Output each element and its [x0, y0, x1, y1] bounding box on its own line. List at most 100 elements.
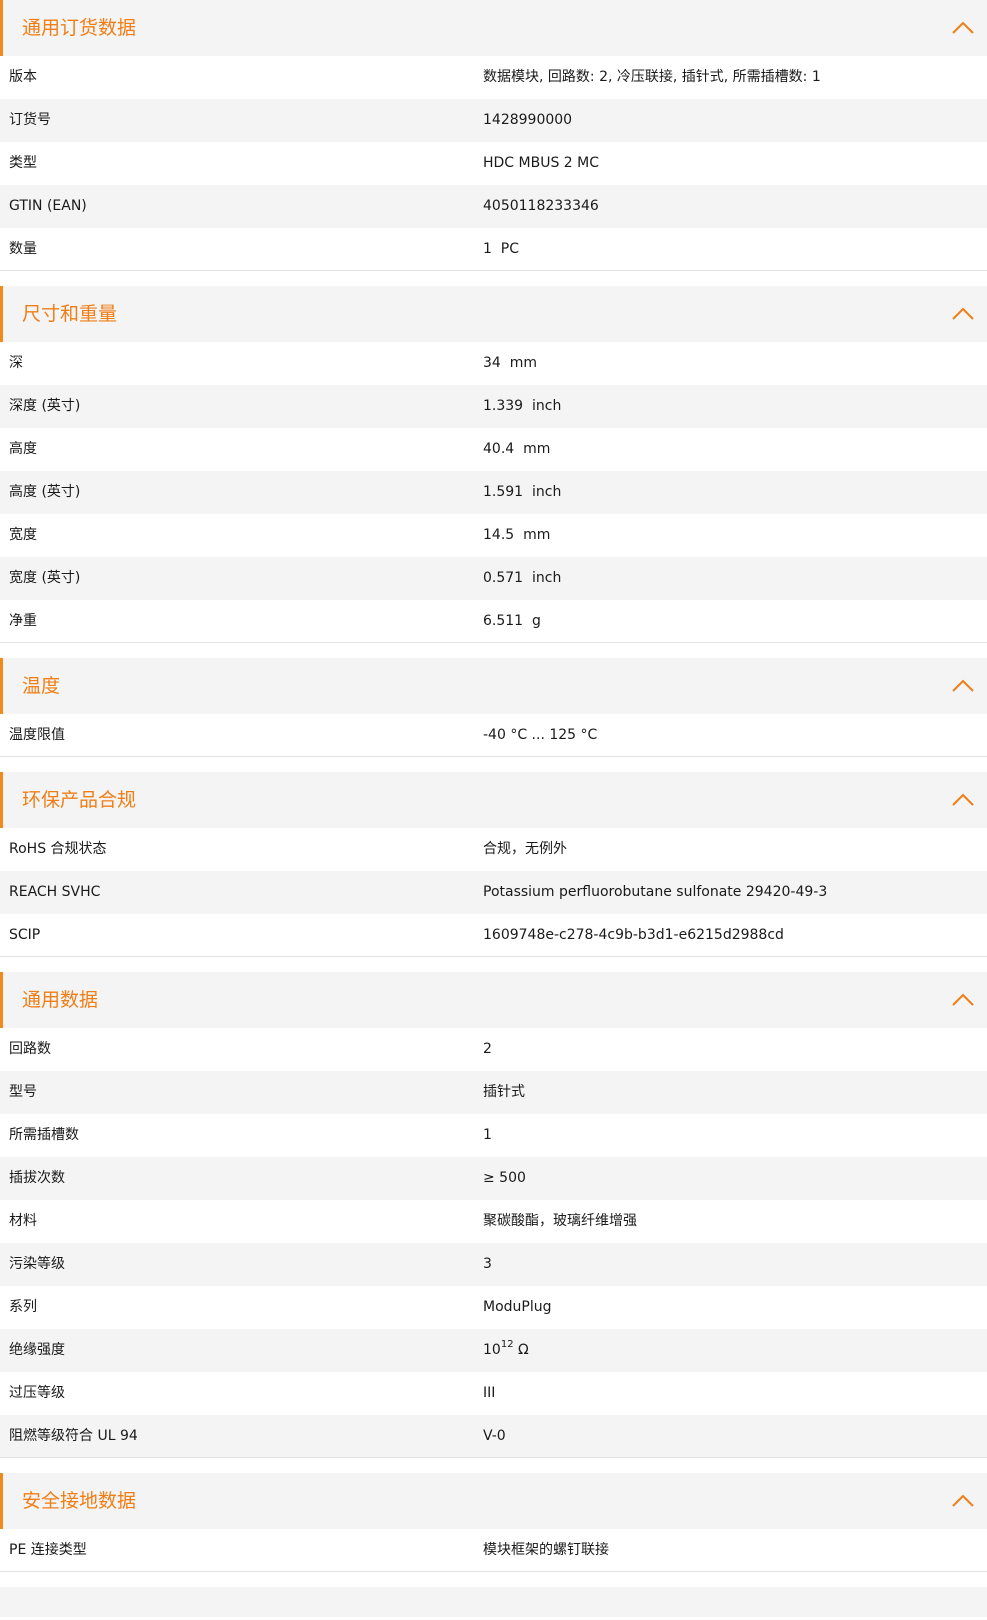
row-label: 深度 (英寸) — [9, 398, 81, 414]
row-value-text: 6.511 g — [483, 613, 541, 629]
table-row: 数量 1 PC — [0, 228, 987, 271]
row-label: GTIN (EAN) — [9, 198, 87, 214]
row-value-text: 10 — [483, 1342, 501, 1358]
row-value: 1 — [483, 1114, 492, 1157]
table-row: 过压等级 III — [0, 1372, 987, 1415]
table-row: 深 34 mm — [0, 342, 987, 385]
section-3-header[interactable]: 温度 — [0, 658, 987, 714]
table-row: SCIP 1609748e-c278-4c9b-b3d1-e6215d2988cd — [0, 914, 987, 957]
table-row: RoHS 合规状态 合规，无例外 — [0, 828, 987, 871]
row-value-text: 数据模块, 回路数: 2, 冷压联接, 插针式, 所需插槽数: 1 — [483, 69, 821, 85]
row-label: 高度 (英寸) — [9, 484, 81, 500]
row-value: III — [483, 1372, 495, 1415]
row-value: 1.591 inch — [483, 471, 561, 514]
row-label: 绝缘强度 — [9, 1342, 65, 1358]
row-value-text: 2 — [483, 1041, 492, 1057]
row-value: 40.4 mm — [483, 428, 550, 471]
row-label: 回路数 — [9, 1041, 51, 1057]
table-row: 型号 插针式 — [0, 1071, 987, 1114]
table-row: 绝缘强度 1012 Ω — [0, 1329, 987, 1372]
chevron-up-icon[interactable] — [951, 1491, 975, 1511]
row-label: 插拔次数 — [9, 1170, 65, 1186]
row-value-text: -40 °C ... 125 °C — [483, 727, 598, 743]
table-row: 宽度 (英寸) 0.571 inch — [0, 557, 987, 600]
section-4-header[interactable]: 环保产品合规 — [0, 772, 987, 828]
row-label: 宽度 (英寸) — [9, 570, 81, 586]
table-row: 插拔次数 ≥ 500 — [0, 1157, 987, 1200]
row-value-text: 1 — [483, 1127, 492, 1143]
row-label: 宽度 — [9, 527, 37, 543]
section-2-header[interactable]: 尺寸和重量 — [0, 286, 987, 342]
row-label: 订货号 — [9, 112, 51, 128]
table-row: 高度 40.4 mm — [0, 428, 987, 471]
row-value: 1.339 inch — [483, 385, 561, 428]
table-row: 温度限值 -40 °C ... 125 °C — [0, 714, 987, 757]
row-value-exponent: 12 — [500, 1339, 514, 1351]
table-row: 类型 HDC MBUS 2 MC — [0, 142, 987, 185]
row-value: 34 mm — [483, 342, 537, 385]
row-value-text: III — [483, 1385, 496, 1401]
table-row: 材料 聚碳酸酯，玻璃纤维增强 — [0, 1200, 987, 1243]
table-row: 版本 数据模块, 回路数: 2, 冷压联接, 插针式, 所需插槽数: 1 — [0, 56, 987, 99]
row-value-text: 插针式 — [483, 1084, 525, 1100]
row-value-text: 1.591 inch — [483, 484, 562, 500]
row-value-text: V-0 — [483, 1428, 506, 1444]
row-value-text: 3 — [483, 1256, 492, 1272]
row-value-text: Potassium perfluorobutane sulfonate 2942… — [483, 884, 828, 900]
row-value: 2 — [483, 1028, 492, 1071]
row-value: 合规，无例外 — [483, 828, 567, 871]
section-title: 环保产品合规 — [22, 789, 137, 811]
row-value: Potassium perfluorobutane sulfonate 2942… — [483, 871, 827, 914]
row-label: SCIP — [9, 927, 41, 943]
row-value: 3 — [483, 1243, 492, 1286]
row-value-text: 1.339 inch — [483, 398, 562, 414]
section-title: 尺寸和重量 — [22, 303, 118, 325]
row-label: 温度限值 — [9, 727, 65, 743]
row-label: 净重 — [9, 613, 37, 629]
row-label: 阻燃等级符合 UL 94 — [9, 1428, 138, 1444]
row-value: 4050118233346 — [483, 185, 599, 228]
row-value-text: 1428990000 — [483, 112, 573, 128]
chevron-up-icon[interactable] — [951, 790, 975, 810]
section-1-header[interactable]: 通用订货数据 — [0, 0, 987, 56]
chevron-up-icon[interactable] — [951, 18, 975, 38]
row-value: 1 PC — [483, 228, 519, 271]
row-label: 材料 — [9, 1213, 37, 1229]
row-label: 高度 — [9, 441, 37, 457]
table-row: 系列 ModuPlug — [0, 1286, 987, 1329]
table-row: 订货号 1428990000 — [0, 99, 987, 142]
table-row: 所需插槽数 1 — [0, 1114, 987, 1157]
row-value-text: 40.4 mm — [483, 441, 551, 457]
row-value-text: 合规，无例外 — [483, 841, 567, 857]
row-value-text: 模块框架的螺钉联接 — [483, 1542, 609, 1558]
row-value: 1012 Ω — [483, 1329, 529, 1372]
section-6-header[interactable]: 安全接地数据 — [0, 1473, 987, 1529]
row-value-text: ≥ 500 — [483, 1170, 526, 1186]
row-label: REACH SVHC — [9, 884, 101, 900]
section-5-header[interactable]: 通用数据 — [0, 972, 987, 1028]
section-title: 安全接地数据 — [22, 1490, 137, 1512]
table-row: PE 连接类型 模块框架的螺钉联接 — [0, 1529, 987, 1572]
row-label: 型号 — [9, 1084, 37, 1100]
row-value: ModuPlug — [483, 1286, 552, 1329]
row-label: 过压等级 — [9, 1385, 65, 1401]
row-label: RoHS 合规状态 — [9, 841, 107, 857]
row-value-text: 聚碳酸酯，玻璃纤维增强 — [483, 1213, 637, 1229]
row-label: 所需插槽数 — [9, 1127, 79, 1143]
section-title: 温度 — [22, 675, 61, 697]
row-label: 版本 — [9, 69, 37, 85]
table-row: 回路数 2 — [0, 1028, 987, 1071]
row-value: 6.511 g — [483, 600, 541, 643]
row-value-text: 34 mm — [483, 355, 537, 371]
row-value: 1428990000 — [483, 99, 572, 142]
chevron-up-icon[interactable] — [951, 990, 975, 1010]
row-value-text: 4050118233346 — [483, 198, 599, 214]
row-value-text: 0.571 inch — [483, 570, 562, 586]
table-row: REACH SVHC Potassium perfluorobutane sulf… — [0, 871, 987, 914]
row-value-text: 14.5 mm — [483, 527, 551, 543]
row-value-unit: Ω — [513, 1342, 529, 1358]
chevron-up-icon[interactable] — [951, 304, 975, 324]
table-row: 污染等级 3 — [0, 1243, 987, 1286]
chevron-up-icon[interactable] — [951, 676, 975, 696]
row-label: 污染等级 — [9, 1256, 65, 1272]
